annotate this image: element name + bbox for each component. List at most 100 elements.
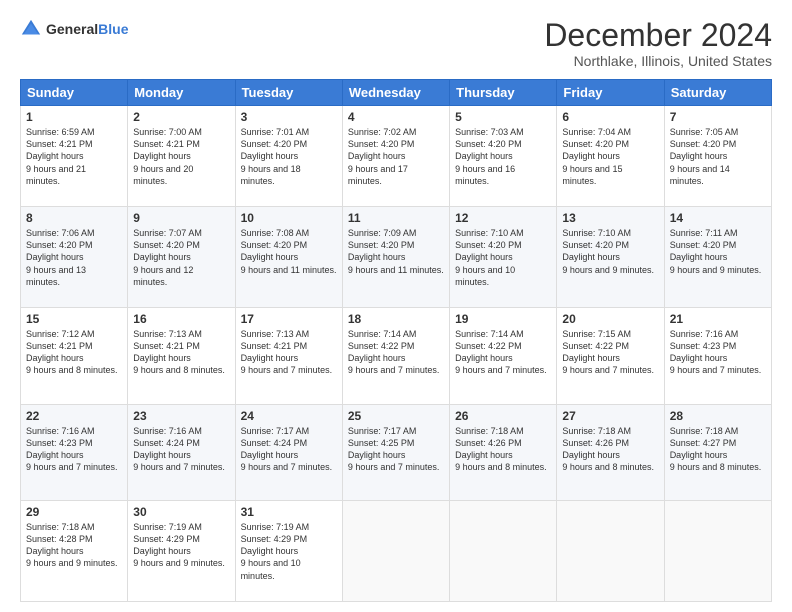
day-number: 12 [455, 211, 551, 225]
day-content: Sunrise: 7:10 AM Sunset: 4:20 PM Dayligh… [562, 227, 658, 276]
weekday-header-sunday: Sunday [21, 80, 128, 106]
calendar-cell: 12 Sunrise: 7:10 AM Sunset: 4:20 PM Dayl… [450, 207, 557, 308]
calendar-cell: 28 Sunrise: 7:18 AM Sunset: 4:27 PM Dayl… [664, 404, 771, 501]
calendar-cell: 4 Sunrise: 7:02 AM Sunset: 4:20 PM Dayli… [342, 106, 449, 207]
calendar-cell: 16 Sunrise: 7:13 AM Sunset: 4:21 PM Dayl… [128, 308, 235, 405]
day-number: 19 [455, 312, 551, 326]
day-content: Sunrise: 7:16 AM Sunset: 4:23 PM Dayligh… [26, 425, 122, 474]
calendar-cell: 29 Sunrise: 7:18 AM Sunset: 4:28 PM Dayl… [21, 501, 128, 602]
calendar-cell: 31 Sunrise: 7:19 AM Sunset: 4:29 PM Dayl… [235, 501, 342, 602]
calendar-cell: 11 Sunrise: 7:09 AM Sunset: 4:20 PM Dayl… [342, 207, 449, 308]
day-content: Sunrise: 6:59 AM Sunset: 4:21 PM Dayligh… [26, 126, 122, 187]
calendar-cell: 2 Sunrise: 7:00 AM Sunset: 4:21 PM Dayli… [128, 106, 235, 207]
day-number: 31 [241, 505, 337, 519]
day-number: 15 [26, 312, 122, 326]
calendar-cell: 15 Sunrise: 7:12 AM Sunset: 4:21 PM Dayl… [21, 308, 128, 405]
calendar-cell: 5 Sunrise: 7:03 AM Sunset: 4:20 PM Dayli… [450, 106, 557, 207]
day-content: Sunrise: 7:15 AM Sunset: 4:22 PM Dayligh… [562, 328, 658, 377]
calendar-cell: 20 Sunrise: 7:15 AM Sunset: 4:22 PM Dayl… [557, 308, 664, 405]
day-content: Sunrise: 7:07 AM Sunset: 4:20 PM Dayligh… [133, 227, 229, 288]
day-content: Sunrise: 7:04 AM Sunset: 4:20 PM Dayligh… [562, 126, 658, 187]
weekday-header-thursday: Thursday [450, 80, 557, 106]
week-row-2: 8 Sunrise: 7:06 AM Sunset: 4:20 PM Dayli… [21, 207, 772, 308]
day-number: 21 [670, 312, 766, 326]
calendar-cell: 6 Sunrise: 7:04 AM Sunset: 4:20 PM Dayli… [557, 106, 664, 207]
day-number: 25 [348, 409, 444, 423]
calendar-cell: 25 Sunrise: 7:17 AM Sunset: 4:25 PM Dayl… [342, 404, 449, 501]
day-content: Sunrise: 7:18 AM Sunset: 4:27 PM Dayligh… [670, 425, 766, 474]
day-content: Sunrise: 7:12 AM Sunset: 4:21 PM Dayligh… [26, 328, 122, 377]
calendar-cell: 27 Sunrise: 7:18 AM Sunset: 4:26 PM Dayl… [557, 404, 664, 501]
day-number: 16 [133, 312, 229, 326]
day-content: Sunrise: 7:18 AM Sunset: 4:26 PM Dayligh… [455, 425, 551, 474]
day-number: 3 [241, 110, 337, 124]
day-number: 6 [562, 110, 658, 124]
logo-general-text: General [46, 21, 98, 38]
calendar-cell: 17 Sunrise: 7:13 AM Sunset: 4:21 PM Dayl… [235, 308, 342, 405]
calendar-cell: 3 Sunrise: 7:01 AM Sunset: 4:20 PM Dayli… [235, 106, 342, 207]
day-content: Sunrise: 7:18 AM Sunset: 4:28 PM Dayligh… [26, 521, 122, 570]
day-content: Sunrise: 7:06 AM Sunset: 4:20 PM Dayligh… [26, 227, 122, 288]
day-content: Sunrise: 7:08 AM Sunset: 4:20 PM Dayligh… [241, 227, 337, 276]
day-number: 4 [348, 110, 444, 124]
day-content: Sunrise: 7:00 AM Sunset: 4:21 PM Dayligh… [133, 126, 229, 187]
day-content: Sunrise: 7:18 AM Sunset: 4:26 PM Dayligh… [562, 425, 658, 474]
day-content: Sunrise: 7:19 AM Sunset: 4:29 PM Dayligh… [241, 521, 337, 582]
day-content: Sunrise: 7:16 AM Sunset: 4:24 PM Dayligh… [133, 425, 229, 474]
weekday-header-friday: Friday [557, 80, 664, 106]
calendar-cell: 7 Sunrise: 7:05 AM Sunset: 4:20 PM Dayli… [664, 106, 771, 207]
calendar-cell: 30 Sunrise: 7:19 AM Sunset: 4:29 PM Dayl… [128, 501, 235, 602]
calendar-cell [342, 501, 449, 602]
calendar-cell: 13 Sunrise: 7:10 AM Sunset: 4:20 PM Dayl… [557, 207, 664, 308]
week-row-5: 29 Sunrise: 7:18 AM Sunset: 4:28 PM Dayl… [21, 501, 772, 602]
day-number: 11 [348, 211, 444, 225]
day-content: Sunrise: 7:14 AM Sunset: 4:22 PM Dayligh… [455, 328, 551, 377]
calendar-cell [557, 501, 664, 602]
day-number: 9 [133, 211, 229, 225]
day-number: 10 [241, 211, 337, 225]
month-title: December 2024 [544, 18, 772, 53]
week-row-4: 22 Sunrise: 7:16 AM Sunset: 4:23 PM Dayl… [21, 404, 772, 501]
logo: General Blue [20, 18, 128, 40]
day-number: 7 [670, 110, 766, 124]
week-row-3: 15 Sunrise: 7:12 AM Sunset: 4:21 PM Dayl… [21, 308, 772, 405]
title-section: December 2024 Northlake, Illinois, Unite… [544, 18, 772, 69]
header: General Blue December 2024 Northlake, Il… [20, 18, 772, 69]
calendar-cell: 24 Sunrise: 7:17 AM Sunset: 4:24 PM Dayl… [235, 404, 342, 501]
day-number: 5 [455, 110, 551, 124]
weekday-header-wednesday: Wednesday [342, 80, 449, 106]
day-number: 24 [241, 409, 337, 423]
weekday-header-monday: Monday [128, 80, 235, 106]
day-number: 22 [26, 409, 122, 423]
day-number: 23 [133, 409, 229, 423]
calendar-table: SundayMondayTuesdayWednesdayThursdayFrid… [20, 79, 772, 602]
day-number: 20 [562, 312, 658, 326]
day-content: Sunrise: 7:17 AM Sunset: 4:24 PM Dayligh… [241, 425, 337, 474]
day-content: Sunrise: 7:13 AM Sunset: 4:21 PM Dayligh… [241, 328, 337, 377]
calendar-cell [664, 501, 771, 602]
day-content: Sunrise: 7:05 AM Sunset: 4:20 PM Dayligh… [670, 126, 766, 187]
header-row: SundayMondayTuesdayWednesdayThursdayFrid… [21, 80, 772, 106]
day-number: 26 [455, 409, 551, 423]
weekday-header-saturday: Saturday [664, 80, 771, 106]
calendar-cell: 1 Sunrise: 6:59 AM Sunset: 4:21 PM Dayli… [21, 106, 128, 207]
week-row-1: 1 Sunrise: 6:59 AM Sunset: 4:21 PM Dayli… [21, 106, 772, 207]
day-number: 14 [670, 211, 766, 225]
day-content: Sunrise: 7:03 AM Sunset: 4:20 PM Dayligh… [455, 126, 551, 187]
calendar-cell: 23 Sunrise: 7:16 AM Sunset: 4:24 PM Dayl… [128, 404, 235, 501]
day-number: 17 [241, 312, 337, 326]
calendar-cell: 22 Sunrise: 7:16 AM Sunset: 4:23 PM Dayl… [21, 404, 128, 501]
day-number: 2 [133, 110, 229, 124]
day-content: Sunrise: 7:16 AM Sunset: 4:23 PM Dayligh… [670, 328, 766, 377]
page: General Blue December 2024 Northlake, Il… [0, 0, 792, 612]
calendar-cell: 10 Sunrise: 7:08 AM Sunset: 4:20 PM Dayl… [235, 207, 342, 308]
day-content: Sunrise: 7:02 AM Sunset: 4:20 PM Dayligh… [348, 126, 444, 187]
day-number: 27 [562, 409, 658, 423]
day-content: Sunrise: 7:17 AM Sunset: 4:25 PM Dayligh… [348, 425, 444, 474]
day-content: Sunrise: 7:01 AM Sunset: 4:20 PM Dayligh… [241, 126, 337, 187]
calendar-cell: 19 Sunrise: 7:14 AM Sunset: 4:22 PM Dayl… [450, 308, 557, 405]
day-content: Sunrise: 7:14 AM Sunset: 4:22 PM Dayligh… [348, 328, 444, 377]
day-number: 28 [670, 409, 766, 423]
calendar-cell [450, 501, 557, 602]
calendar-cell: 26 Sunrise: 7:18 AM Sunset: 4:26 PM Dayl… [450, 404, 557, 501]
